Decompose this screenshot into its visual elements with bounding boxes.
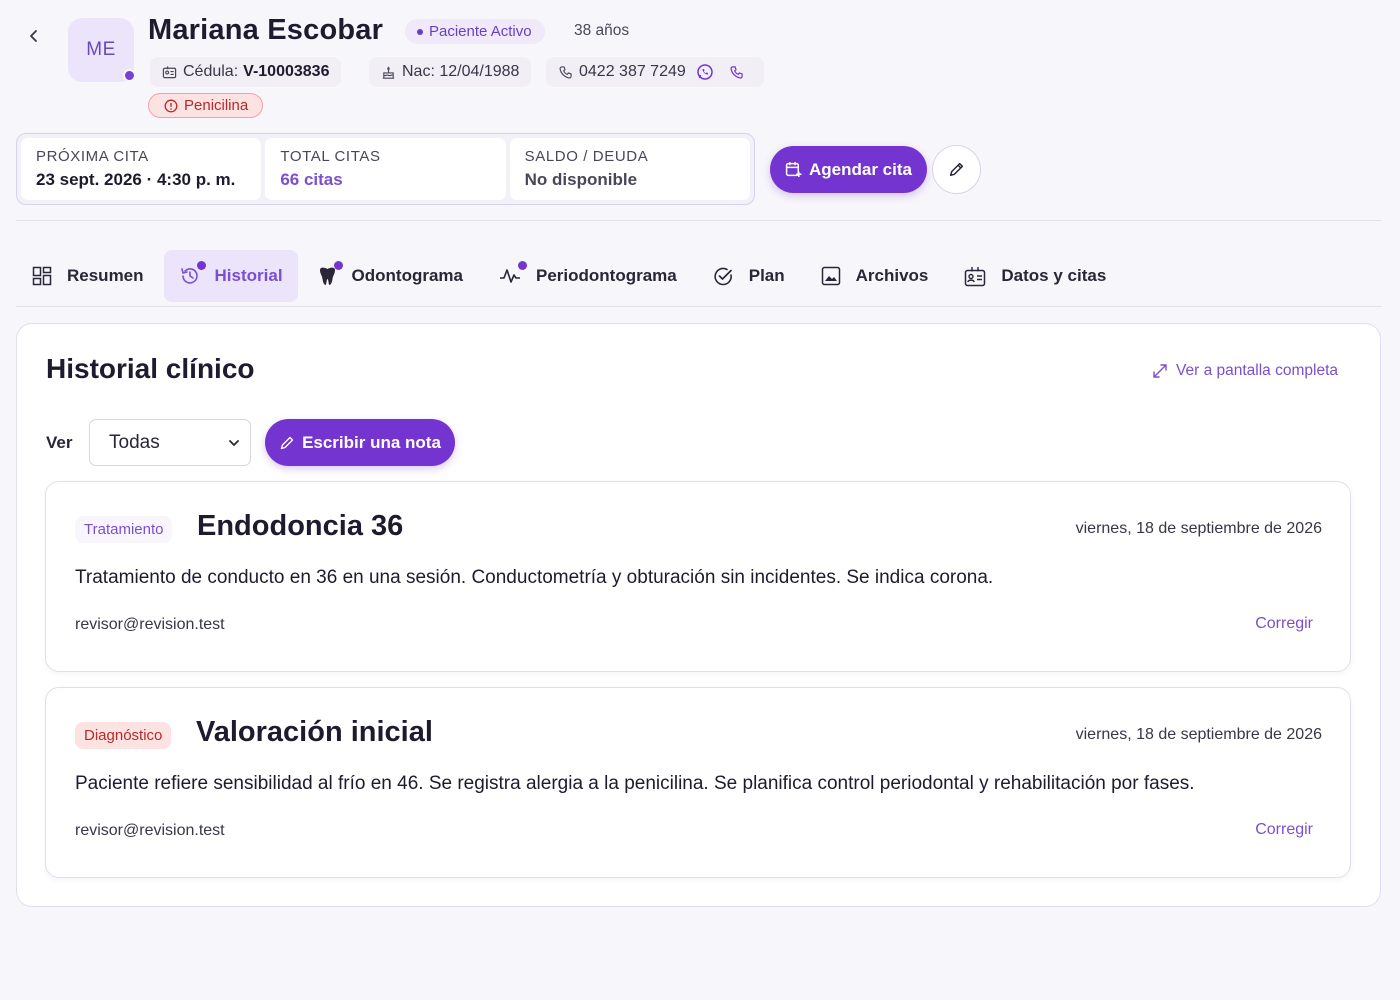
history-icon — [180, 268, 198, 284]
image-icon — [821, 266, 840, 286]
history-card: Historial clínico Ver a pantalla complet… — [16, 323, 1381, 907]
tab-periodontograma[interactable]: Periodontograma — [483, 250, 693, 302]
fullscreen-label: Ver a pantalla completa — [1176, 362, 1338, 379]
entry-text: Paciente refiere sensibilidad al frío en… — [75, 773, 1195, 794]
tab-label: Odontograma — [351, 266, 463, 285]
tab-label: Periodontograma — [535, 266, 677, 285]
avatar: ME — [68, 18, 136, 82]
tab-label: Resumen — [67, 266, 144, 285]
entry-date: viernes, 18 de septiembre de 2026 — [1075, 726, 1322, 743]
write-note-button[interactable]: Escribir una nota — [265, 419, 455, 466]
id-card-icon — [162, 65, 177, 78]
schedule-label: Agendar cita — [809, 159, 912, 179]
stat-value[interactable]: 66 citas — [280, 170, 490, 190]
correct-entry-link[interactable]: Corregir — [1255, 615, 1313, 633]
status-dot — [417, 28, 423, 35]
filter-select[interactable]: Todas — [89, 419, 251, 466]
tab-badge — [517, 261, 527, 270]
online-dot — [123, 69, 136, 82]
alert-circle-icon — [164, 99, 178, 112]
call-button[interactable] — [729, 65, 750, 80]
grid-icon — [32, 266, 52, 286]
check-circle-icon — [714, 267, 732, 285]
tab-bar: Resumen Historial Odontograma Periodonto… — [16, 250, 1126, 302]
schedule-appointment-button[interactable]: Agendar cita — [770, 146, 927, 193]
back-button[interactable] — [22, 24, 46, 48]
id-label: Cédula: — [183, 63, 239, 80]
stat-label: SALDO / DEUDA — [524, 148, 649, 165]
entry-author: revisor@revision.test — [75, 822, 225, 839]
section-title: Historial clínico — [46, 353, 255, 384]
filter-value: Todas — [109, 431, 160, 453]
tab-badge — [196, 261, 206, 270]
phone-icon — [559, 65, 572, 79]
stats-panel: PRÓXIMA CITA 23 sept. 2026 · 4:30 p. m. … — [16, 133, 755, 205]
birth-date: Nac: 12/04/1988 — [402, 63, 520, 80]
id-chip: Cédula: V-10003836 — [150, 57, 342, 87]
stat-total-appointments: TOTAL CITAS 66 citas — [265, 138, 506, 200]
tab-archivos[interactable]: Archivos — [805, 250, 945, 302]
status-text: Paciente Activo — [429, 23, 532, 40]
patient-age: 38 años — [574, 22, 630, 39]
cake-icon — [382, 66, 395, 79]
write-note-label: Escribir una nota — [302, 432, 441, 452]
tab-label: Historial — [214, 266, 283, 285]
tab-historial[interactable]: Historial — [163, 250, 298, 302]
id-value: V-10003836 — [243, 63, 330, 80]
entry-title: Valoración inicial — [196, 716, 433, 748]
tooth-icon — [319, 267, 335, 285]
pencil-icon — [949, 162, 964, 177]
entry-title: Endodoncia 36 — [197, 510, 404, 542]
chevron-down-icon — [229, 439, 239, 446]
tab-odontograma[interactable]: Odontograma — [302, 250, 479, 302]
stat-label: PRÓXIMA CITA — [36, 148, 149, 165]
avatar-initials: ME — [86, 39, 116, 60]
history-entry: Tratamiento Endodoncia 36 viernes, 18 de… — [45, 481, 1351, 672]
expand-icon — [1153, 364, 1167, 378]
calendar-plus-icon — [785, 162, 802, 177]
allergy-text: Penicilina — [184, 97, 249, 114]
entry-author: revisor@revision.test — [75, 616, 225, 633]
divider — [16, 220, 1382, 221]
whatsapp-icon — [697, 64, 713, 80]
stat-balance: SALDO / DEUDA No disponible — [509, 138, 750, 200]
pencil-icon — [280, 436, 294, 449]
allergy-badge: Penicilina — [148, 93, 264, 118]
entry-date: viernes, 18 de septiembre de 2026 — [1075, 520, 1322, 537]
phone-chip: 0422 387 7249 — [546, 57, 764, 87]
stat-value: 23 sept. 2026 · 4:30 p. m. — [36, 170, 236, 189]
divider — [16, 306, 1382, 307]
whatsapp-button[interactable] — [696, 63, 720, 81]
id-card-icon — [965, 266, 986, 286]
birth-chip: Nac: 12/04/1988 — [369, 57, 532, 87]
tab-datos-y-citas[interactable]: Datos y citas — [948, 250, 1122, 302]
fullscreen-link[interactable]: Ver a pantalla completa — [1152, 362, 1338, 380]
tab-resumen[interactable]: Resumen — [16, 250, 160, 302]
correct-entry-link[interactable]: Corregir — [1255, 821, 1313, 839]
tab-label: Archivos — [855, 266, 929, 285]
filter-label: Ver — [46, 433, 73, 452]
tab-plan[interactable]: Plan — [697, 250, 801, 302]
entry-text: Tratamiento de conducto en 36 en una ses… — [75, 567, 994, 588]
stat-label: TOTAL CITAS — [280, 148, 381, 165]
entry-tag: Diagnóstico — [75, 722, 172, 749]
tab-label: Datos y citas — [1001, 266, 1107, 285]
tab-badge — [333, 261, 343, 270]
chevron-left-icon — [30, 30, 37, 42]
phone-icon — [730, 65, 743, 79]
stat-next-appointment: PRÓXIMA CITA 23 sept. 2026 · 4:30 p. m. — [21, 138, 262, 200]
patient-name: Mariana Escobar — [148, 14, 384, 46]
tab-label: Plan — [748, 266, 785, 285]
edit-patient-button[interactable] — [932, 145, 981, 194]
chart-line-icon — [499, 269, 520, 283]
phone-number: 0422 387 7249 — [579, 63, 686, 80]
stat-value: No disponible — [524, 170, 638, 189]
status-badge: Paciente Activo — [405, 19, 545, 44]
entry-tag: Tratamiento — [75, 516, 173, 543]
history-entry: Diagnóstico Valoración inicial viernes, … — [45, 687, 1351, 878]
